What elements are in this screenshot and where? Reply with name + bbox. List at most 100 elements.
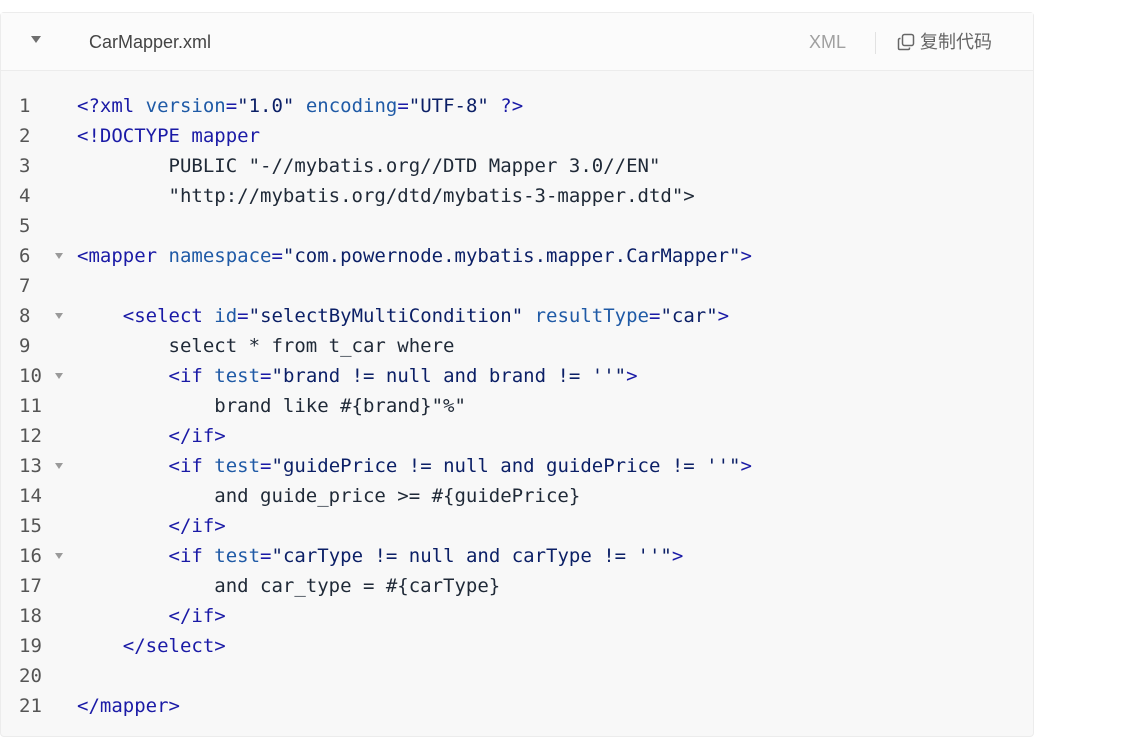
code-tag: > xyxy=(214,635,226,657)
code-punct: = xyxy=(260,545,272,567)
code-punct: = xyxy=(237,305,249,327)
code-punct: = xyxy=(271,245,283,267)
code-text: PUBLIC "-//mybatis.org//DTD Mapper 3.0//… xyxy=(77,155,661,177)
line-number: 14 xyxy=(19,485,42,507)
line-number: 12 xyxy=(19,425,42,447)
line-number: 15 xyxy=(19,515,42,537)
code-punct: = xyxy=(260,455,272,477)
header-divider xyxy=(875,32,876,54)
fold-chevron-icon[interactable] xyxy=(55,553,63,559)
line-number: 18 xyxy=(19,605,42,627)
line-code: and car_type = #{carType} xyxy=(77,571,500,601)
line-number: 2 xyxy=(19,125,31,147)
code-line: 4 "http://mybatis.org/dtd/mybatis-3-mapp… xyxy=(1,181,1033,211)
line-number: 19 xyxy=(19,635,42,657)
code-line: 16 <if test="carType != null and carType… xyxy=(1,541,1033,571)
code-line: 5 xyxy=(1,211,1033,241)
line-code: select * from t_car where xyxy=(77,331,455,361)
line-code: "http://mybatis.org/dtd/mybatis-3-mapper… xyxy=(77,181,695,211)
code-string: "selectByMultiCondition" xyxy=(248,305,524,327)
code-line: 13 <if test="guidePrice != null and guid… xyxy=(1,451,1033,481)
line-number: 1 xyxy=(19,95,31,117)
code-string: "brand != null and brand != ''" xyxy=(271,365,627,387)
line-code: <select id="selectByMultiCondition" resu… xyxy=(77,301,729,331)
line-number: 21 xyxy=(19,695,42,717)
line-code: </if> xyxy=(77,601,226,631)
copy-code-label: 复制代码 xyxy=(920,32,992,52)
code-text: and guide_price >= #{guidePrice} xyxy=(77,485,581,507)
code-tag: <if xyxy=(168,455,203,477)
code-string: "car" xyxy=(660,305,718,327)
line-number: 17 xyxy=(19,575,42,597)
code-tag-text: mapper xyxy=(179,125,261,147)
fold-chevron-icon[interactable] xyxy=(55,373,63,379)
code-attribute: test xyxy=(202,365,261,387)
code-tag: <mapper xyxy=(77,245,158,267)
copy-code-button[interactable]: 复制代码 xyxy=(897,29,992,55)
code-tag-text: ? xyxy=(488,95,512,117)
chevron-down-icon[interactable] xyxy=(31,36,41,43)
fold-chevron-icon[interactable] xyxy=(55,313,63,319)
line-number: 5 xyxy=(19,215,31,237)
line-number: 11 xyxy=(19,395,42,417)
line-code: <?xml version="1.0" encoding="UTF-8" ?> xyxy=(77,91,523,121)
code-tag: </select xyxy=(122,635,215,657)
code-tag: > xyxy=(740,245,752,267)
line-code: <if test="brand != null and brand != ''"… xyxy=(77,361,638,391)
line-code: </mapper> xyxy=(77,691,180,721)
code-tag: <select xyxy=(122,305,203,327)
code-tag: > xyxy=(214,605,226,627)
line-code: <if test="guidePrice != null and guidePr… xyxy=(77,451,752,481)
code-punct: = xyxy=(397,95,409,117)
code-tag: <?xml xyxy=(77,95,135,117)
code-string: "1.0" xyxy=(237,95,295,117)
fold-chevron-icon[interactable] xyxy=(55,253,63,259)
code-line: 10 <if test="brand != null and brand != … xyxy=(1,361,1033,391)
code-line: 2 <!DOCTYPE mapper xyxy=(1,121,1033,151)
code-line: 19 </select> xyxy=(1,631,1033,661)
code-line: 15 </if> xyxy=(1,511,1033,541)
fold-chevron-icon[interactable] xyxy=(55,463,63,469)
code-string: "guidePrice != null and guidePrice != ''… xyxy=(271,455,741,477)
line-number: 3 xyxy=(19,155,31,177)
code-attribute: resultType xyxy=(523,305,650,327)
line-number: 4 xyxy=(19,185,31,207)
code-line: 11 brand like #{brand}"%" xyxy=(1,391,1033,421)
code-punct: = xyxy=(649,305,661,327)
code-block: CarMapper.xml XML 复制代码 1 <?xml version="1… xyxy=(0,12,1034,737)
code-tag: <if xyxy=(168,365,203,387)
code-attribute: namespace xyxy=(157,245,272,267)
code-text: and car_type = #{carType} xyxy=(77,575,501,597)
code-attribute: test xyxy=(202,545,261,567)
code-line: 12 </if> xyxy=(1,421,1033,451)
line-code: </if> xyxy=(77,511,226,541)
code-punct: = xyxy=(260,365,272,387)
file-name: CarMapper.xml xyxy=(89,32,212,52)
line-code: PUBLIC "-//mybatis.org//DTD Mapper 3.0//… xyxy=(77,151,661,181)
code-text: select * from t_car where xyxy=(77,335,455,357)
code-line: 8 <select id="selectByMultiCondition" re… xyxy=(1,301,1033,331)
line-code: </if> xyxy=(77,421,226,451)
line-number: 9 xyxy=(19,335,31,357)
code-tag: > xyxy=(717,305,730,327)
line-code: <if test="carType != null and carType !=… xyxy=(77,541,684,571)
code-tag: > xyxy=(626,365,638,387)
code-line: 18 </if> xyxy=(1,601,1033,631)
line-code: <mapper namespace="com.powernode.mybatis… xyxy=(77,241,752,271)
code-line: 9 select * from t_car where xyxy=(1,331,1033,361)
code-tag: > xyxy=(740,455,752,477)
code-attribute: id xyxy=(202,305,238,327)
code-attribute: test xyxy=(202,455,261,477)
line-code: and guide_price >= #{guidePrice} xyxy=(77,481,580,511)
line-number: 7 xyxy=(19,275,31,297)
line-number: 20 xyxy=(19,665,42,687)
code-string: "carType != null and carType != ''" xyxy=(271,545,672,567)
code-string: "UTF-8" xyxy=(408,95,489,117)
code-line: 14 and guide_price >= #{guidePrice} xyxy=(1,481,1033,511)
code-line: 1 <?xml version="1.0" encoding="UTF-8" ?> xyxy=(1,91,1033,121)
code-tag: </if xyxy=(168,425,215,447)
